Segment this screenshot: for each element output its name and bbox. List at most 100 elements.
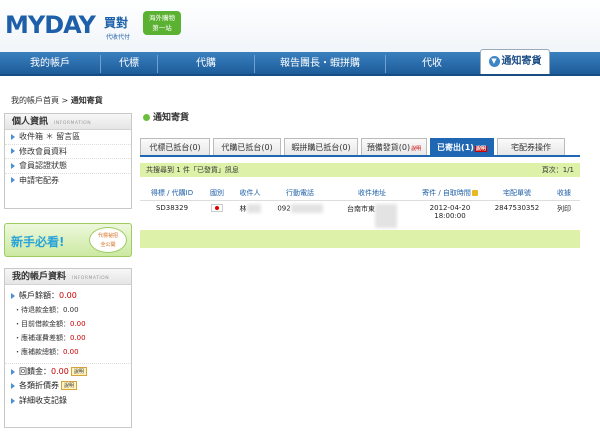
nav-purchase[interactable]: 代購 [158,52,254,76]
recipient-name: 林 [239,204,247,213]
account-info-title-en: INFORMATION [72,276,110,281]
current-borrow: ・目前借款金額：0.00 [14,320,86,328]
nav-group-buy[interactable]: 報告團長・蝦拼購 [255,52,385,76]
badge-line-2: 第一站 [152,24,172,32]
arrow-icon [11,397,15,404]
order-id: SD38329 [155,203,189,212]
tab-label: 預備發貨(0) [366,143,411,152]
newbie-guide-banner[interactable]: 新手必看! 代標祕招 全公開 [4,223,132,257]
logo-chinese: 買對 [104,16,129,30]
sidebar-item-edit-profile[interactable]: 修改會員資料 [5,145,131,159]
breadcrumb-current: 通知寄貨 [70,96,103,105]
arrow-icon [11,368,15,375]
column-header: 宅配單號 [486,186,548,201]
shipping-tabs: 代標已抵台(0) 代購已抵台(0) 蝦拼購已抵台(0) 預備發貨(0)說明 已寄… [140,138,580,156]
ship-time: 18:00:00 [434,211,466,220]
coupon-label: 各類折價券 [19,381,59,390]
balance-value: 0.00 [59,291,77,300]
page-title-text: 通知寄貨 [153,113,190,123]
sidebar-item-label: 申請宅配券 [19,175,59,185]
rebate-help-button[interactable]: 說明 [70,367,87,376]
balance-label: 帳戶餘額： [19,291,59,300]
message-board-link[interactable]: 留言區 [56,132,80,141]
breadcrumb: 我的帳戶首頁 > 通知寄貨 [11,95,103,106]
column-header[interactable]: 寄件 / 自取時間 [414,186,486,201]
overseas-badge: 海外購物 第一站 [143,11,181,35]
bubble-line-1: 代標祕招 [97,233,118,239]
arrow-icon [11,292,15,299]
chevron-down-icon: ▼ [488,55,500,67]
nav-shipping-notice[interactable]: ▼ 通知寄貨 [480,49,550,74]
shipped-orders-table: 得標 / 代購ID 國別 收件人 行動電話 收件地址 寄件 / 自取時間 宅配單… [140,186,580,228]
newbie-label: 新手必看! [11,235,65,249]
nav-collect[interactable]: 代收 [386,52,478,76]
rebate-label: 回饋金： [19,367,51,376]
coupon-row[interactable]: 各類折價券 說明 [5,378,131,393]
column-header: 收件地址 [330,186,414,201]
tab-note[interactable]: 說明 [411,146,421,152]
tab-label: 蝦拼購已抵台(0) [291,143,351,152]
arrow-icon [11,162,15,169]
phone-number: 092 [277,204,291,212]
tab-purchase-arrived[interactable]: 代購已抵台(0) [213,138,281,156]
coupon-help-button[interactable]: 說明 [61,381,78,390]
tab-label: 已寄出(1) [437,143,474,152]
account-info-box: 我的帳戶資料 INFORMATION 帳戶餘額：0.00 ・待退款金額：0.00 … [4,268,132,428]
tab-label: 代標已抵台(0) [149,143,201,152]
transaction-history-link[interactable]: 詳細收支記錄 [5,393,131,408]
newbie-bubble: 代標祕招 全公開 [89,227,127,253]
sidebar-item-label: 修改會員資料 [19,146,67,156]
sidebar-item-apply-coupon[interactable]: 申請宅配券 [5,174,131,189]
country-flag [204,200,230,228]
redacted-block [290,203,323,213]
japan-flag-icon [211,203,223,212]
address-cell: 台南市東 [330,200,414,228]
column-header: 行動電話 [270,186,330,201]
tab-coupon-operation[interactable]: 宅配券操作 [497,138,565,156]
logo-subtitle: 代收代付 [106,34,131,41]
tab-shipped[interactable]: 已寄出(1) 說明 [430,138,494,156]
redacted-block [246,204,261,213]
pending-refund: ・待退款金額：0.00 [14,306,79,314]
personal-info-title: 個人資訊 [12,117,49,127]
history-label: 詳細收支記錄 [19,396,67,405]
redacted-block [375,203,397,228]
green-dot-icon [143,114,150,121]
breadcrumb-home[interactable]: 我的帳戶首頁 [11,96,59,105]
help-label: 說明 [64,383,75,389]
tab-underline [140,155,580,157]
breadcrumb-separator: > [61,96,69,105]
column-header[interactable]: 得標 / 代購ID [140,186,204,201]
sidebar-item-inbox: 收件箱 ＊ 留言區 [5,130,131,145]
table-header-row: 得標 / 代購ID 國別 收件人 行動電話 收件地址 寄件 / 自取時間 宅配單… [140,186,580,201]
address-text: 台南市東 [347,204,375,213]
help-label: 說明 [73,369,84,375]
payment-label: 應補款總額： [21,348,63,356]
tracking-number[interactable]: 2847530352 [486,200,548,228]
rebate-value: 0.00 [51,367,69,376]
account-info-header: 我的帳戶資料 INFORMATION [5,269,131,285]
column-header-label: 寄件 / 自取時間 [422,188,471,197]
site-logo[interactable]: MYDAY [5,11,96,39]
tab-group-buy-arrived[interactable]: 蝦拼購已抵台(0) [284,138,358,156]
inbox-link[interactable]: 收件箱 [19,132,43,141]
arrow-icon [11,177,15,183]
arrow-icon [11,382,15,389]
sidebar-item-verification[interactable]: 會員認證狀態 [5,159,131,174]
print-receipt-link[interactable]: 列印 [548,200,580,228]
shipping-value: 0.00 [70,334,86,342]
pending-value: 0.00 [63,306,79,314]
recipient-cell: 林 [230,200,270,228]
tab-bid-arrived[interactable]: 代標已抵台(0) [140,138,210,156]
nav-my-account[interactable]: 我的帳戶 [0,52,100,76]
tab-ready-to-ship[interactable]: 預備發貨(0)說明 [361,138,427,156]
column-header: 收件人 [230,186,270,201]
shipping-label: 應補運費差額： [21,334,70,342]
payment-total: ・應補款總額：0.00 [14,348,79,356]
bubble-line-2: 全公開 [100,242,116,248]
page-title: 通知寄貨 [143,110,189,123]
nav-bid[interactable]: 代標 [101,52,157,76]
tab-note[interactable]: 說明 [474,146,487,152]
tab-label: 代購已抵台(0) [221,143,273,152]
sort-icon[interactable] [471,189,478,196]
